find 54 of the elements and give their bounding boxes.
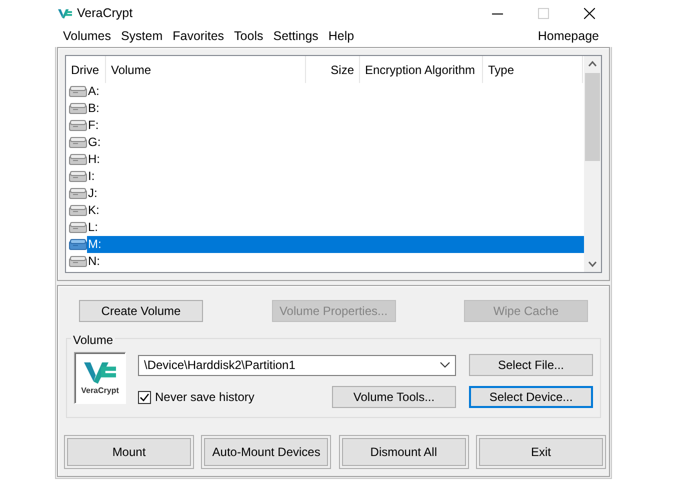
dropdown-icon [440, 362, 450, 368]
column-header[interactable]: Encryption Algorithm [360, 56, 483, 83]
app-logo-icon [58, 8, 72, 19]
drive-row[interactable]: N: [87, 253, 584, 270]
drive-icon [69, 256, 87, 267]
menu-item[interactable]: Settings [268, 27, 324, 46]
menu-item[interactable]: Tools [229, 27, 268, 46]
drive-row[interactable]: J: [87, 185, 584, 202]
drive-row[interactable]: K: [87, 202, 584, 219]
logo-text: VeraCrypt [81, 384, 119, 396]
toolbar-button[interactable]: Create Volume [79, 300, 203, 322]
column-header[interactable]: Size [306, 56, 360, 83]
action-button[interactable]: Select Device... [469, 386, 593, 408]
drive-icon [69, 222, 87, 233]
checkbox-label[interactable]: Never save history [155, 388, 254, 406]
action-button[interactable]: Volume Tools... [332, 386, 456, 408]
column-header[interactable]: Drive [66, 56, 106, 83]
drive-row[interactable]: H: [87, 151, 584, 168]
drive-icon [69, 137, 87, 148]
main-button[interactable]: Exit [478, 438, 603, 466]
column-header[interactable]: Volume [106, 56, 306, 83]
drive-icon [69, 103, 87, 114]
drive-row[interactable]: L: [87, 219, 584, 236]
menu-item[interactable]: System [116, 27, 168, 46]
drive-icon [69, 171, 87, 182]
main-button[interactable]: Auto-Mount Devices [204, 438, 328, 466]
main-button[interactable]: Mount [67, 438, 191, 466]
drive-icon [69, 239, 87, 250]
maximize-icon [538, 8, 548, 19]
drive-icon [69, 205, 87, 216]
drive-row[interactable]: G: [87, 134, 584, 151]
drive-row[interactable]: M: [87, 236, 584, 253]
column-header[interactable]: Type [483, 56, 583, 83]
action-button[interactable]: Select File... [469, 354, 593, 376]
logo-mark-icon [84, 360, 116, 384]
drive-row[interactable]: F: [87, 117, 584, 134]
drive-row[interactable]: B: [87, 100, 584, 117]
menu-item[interactable]: Volumes [58, 27, 116, 46]
checkbox[interactable] [138, 390, 151, 404]
drive-icon [69, 154, 87, 165]
close-icon[interactable] [584, 8, 594, 19]
drive-row[interactable]: A: [87, 83, 584, 100]
drive-icon [69, 188, 87, 199]
homepage-link[interactable]: Homepage [532, 27, 604, 46]
window-title: VeraCrypt [77, 5, 133, 22]
main-button[interactable]: Dismount All [342, 438, 466, 466]
drive-icon [69, 120, 87, 131]
volume-path-combo[interactable]: \Device\Harddisk2\Partition1 [138, 354, 456, 376]
menu-item[interactable]: Help [323, 27, 360, 46]
combo-value: \Device\Harddisk2\Partition1 [144, 357, 296, 374]
drive-row[interactable]: I: [87, 168, 584, 185]
menu-item[interactable]: Favorites [168, 27, 230, 46]
drive-icon [69, 86, 87, 97]
scrollbar[interactable] [584, 56, 601, 272]
